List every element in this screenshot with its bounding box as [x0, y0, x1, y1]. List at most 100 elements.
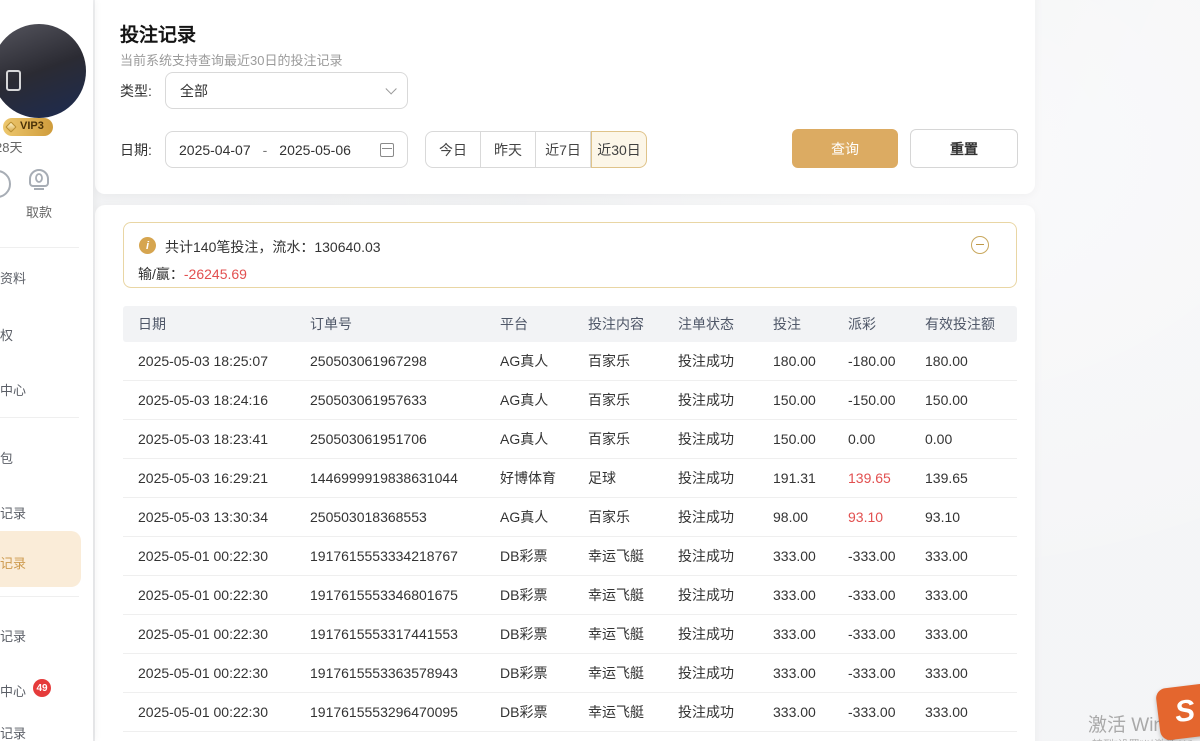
- cell-payout: -333.00: [848, 626, 925, 642]
- page: 投注记录 当前系统支持查询最近30日的投注记录 类型: 全部 日期: 2025-…: [0, 0, 1200, 741]
- cell-date: 2025-05-01 00:22:30: [138, 665, 310, 681]
- divider: [0, 417, 79, 418]
- table-row: 2025-05-01 00:22:30 1917615553317441553 …: [123, 615, 1017, 654]
- sidebar-item-bet-records-active[interactable]: 记录: [0, 553, 26, 572]
- query-button[interactable]: 查询: [792, 129, 898, 168]
- summary-total: 共计140笔投注，流水：130640.03: [165, 237, 381, 257]
- sidebar-item-records-2[interactable]: 记录: [0, 626, 26, 645]
- cell-bet-content: 百家乐: [588, 390, 678, 410]
- cell-bet-content: 幸运飞艇: [588, 585, 678, 605]
- table-row: 2025-05-01 00:22:30 1917615553363578943 …: [123, 654, 1017, 693]
- cell-order-no: 250503018368553: [310, 509, 500, 525]
- cell-order-no: 1917615553346801675: [310, 587, 500, 603]
- chevron-down-icon: [385, 83, 396, 94]
- sidebar-item-records[interactable]: 记录: [0, 503, 26, 522]
- cell-platform: DB彩票: [500, 585, 588, 605]
- type-select[interactable]: 全部: [165, 72, 408, 109]
- sidebar-item-profile[interactable]: 资料: [0, 268, 26, 287]
- floating-service-logo[interactable]: S: [1155, 683, 1200, 741]
- cell-payout: -150.00: [848, 392, 925, 408]
- header-payout: 派彩: [848, 314, 925, 334]
- date-range-picker[interactable]: 2025-04-07 - 2025-05-06: [165, 131, 408, 168]
- withdraw-label: 取款: [26, 202, 52, 221]
- sidebar-item-message-center[interactable]: 中心: [0, 681, 26, 700]
- cell-status: 投注成功: [678, 429, 773, 449]
- cell-payout: 93.10: [848, 509, 925, 525]
- notification-badge: 49: [33, 679, 51, 697]
- cell-platform: AG真人: [500, 429, 588, 449]
- cell-payout: -333.00: [848, 704, 925, 720]
- cell-order-no: 1917615553317441553: [310, 626, 500, 642]
- header-date: 日期: [138, 314, 310, 334]
- cell-platform: DB彩票: [500, 624, 588, 644]
- cell-payout: -333.00: [848, 587, 925, 603]
- sidebar-item-wallet[interactable]: 包: [0, 448, 13, 467]
- cell-payout: -333.00: [848, 665, 925, 681]
- vip-level-label: VIP3: [20, 120, 44, 132]
- withdraw-icon[interactable]: [24, 166, 54, 196]
- divider: [0, 247, 79, 248]
- cell-status: 投注成功: [678, 507, 773, 527]
- sidebar-item-center[interactable]: 中心: [0, 380, 26, 399]
- cell-payout: 139.65: [848, 470, 925, 486]
- cell-status: 投注成功: [678, 546, 773, 566]
- cell-status: 投注成功: [678, 702, 773, 722]
- winloss-label: 输/赢：: [138, 266, 184, 282]
- cell-order-no: 250503061967298: [310, 353, 500, 369]
- cell-platform: 好博体育: [500, 468, 588, 488]
- cell-bet-content: 幸运飞艇: [588, 702, 678, 722]
- reset-button[interactable]: 重置: [910, 129, 1018, 168]
- header-bet-amount: 投注: [773, 314, 848, 334]
- cell-valid-amount: 139.65: [925, 470, 1017, 486]
- cell-bet-amount: 333.00: [773, 665, 848, 681]
- cell-bet-amount: 333.00: [773, 548, 848, 564]
- cell-order-no: 1446999919838631044: [310, 470, 500, 486]
- cell-platform: DB彩票: [500, 702, 588, 722]
- cell-order-no: 250503061957633: [310, 392, 500, 408]
- cell-status: 投注成功: [678, 390, 773, 410]
- vip-badge: VIP3: [3, 118, 53, 136]
- sidebar: VIP3 注册第28天 取款 资料 权 中心 包 记录 记录 记录 中心 49 …: [0, 0, 93, 741]
- cell-bet-amount: 150.00: [773, 392, 848, 408]
- date-separator: -: [263, 142, 268, 158]
- quick-30days-button[interactable]: 近30日: [591, 131, 647, 168]
- table-body: 2025-05-03 18:25:07 250503061967298 AG真人…: [123, 342, 1017, 732]
- cell-bet-amount: 191.31: [773, 470, 848, 486]
- cell-date: 2025-05-03 13:30:34: [138, 509, 310, 525]
- cell-date: 2025-05-03 16:29:21: [138, 470, 310, 486]
- sidebar-item-records-3[interactable]: 记录: [0, 723, 26, 741]
- cell-valid-amount: 0.00: [925, 431, 1017, 447]
- avatar[interactable]: [0, 24, 86, 118]
- quick-7days-button[interactable]: 近7日: [536, 131, 591, 168]
- sidebar-item-privilege[interactable]: 权: [0, 325, 13, 344]
- cell-order-no: 250503061951706: [310, 431, 500, 447]
- cell-valid-amount: 333.00: [925, 548, 1017, 564]
- page-title: 投注记录: [120, 20, 196, 47]
- avatar-photo-detail: [6, 70, 21, 91]
- cell-valid-amount: 333.00: [925, 587, 1017, 603]
- deposit-icon[interactable]: [0, 170, 11, 198]
- header-order-no: 订单号: [310, 314, 500, 334]
- date-end-value: 2025-05-06: [279, 142, 351, 158]
- cell-bet-content: 幸运飞艇: [588, 624, 678, 644]
- table-row: 2025-05-01 00:22:30 1917615553296470095 …: [123, 693, 1017, 732]
- vip-diamond-icon: [5, 121, 16, 132]
- table-row: 2025-05-03 13:30:34 250503018368553 AG真人…: [123, 498, 1017, 537]
- quick-yesterday-button[interactable]: 昨天: [481, 131, 536, 168]
- quick-today-button[interactable]: 今日: [425, 131, 481, 168]
- summary-winloss: 输/赢：-26245.69: [138, 264, 247, 284]
- cell-date: 2025-05-03 18:23:41: [138, 431, 310, 447]
- cell-valid-amount: 333.00: [925, 704, 1017, 720]
- cell-bet-amount: 98.00: [773, 509, 848, 525]
- cell-payout: -180.00: [848, 353, 925, 369]
- cell-status: 投注成功: [678, 585, 773, 605]
- cell-status: 投注成功: [678, 663, 773, 683]
- table-row: 2025-05-03 18:25:07 250503061967298 AG真人…: [123, 342, 1017, 381]
- collapse-summary-icon[interactable]: [971, 236, 989, 254]
- header-valid-amount: 有效投注额: [925, 314, 1017, 334]
- cell-payout: -333.00: [848, 548, 925, 564]
- type-label: 类型:: [120, 81, 152, 101]
- table-row: 2025-05-03 18:23:41 250503061951706 AG真人…: [123, 420, 1017, 459]
- cell-valid-amount: 150.00: [925, 392, 1017, 408]
- cell-valid-amount: 93.10: [925, 509, 1017, 525]
